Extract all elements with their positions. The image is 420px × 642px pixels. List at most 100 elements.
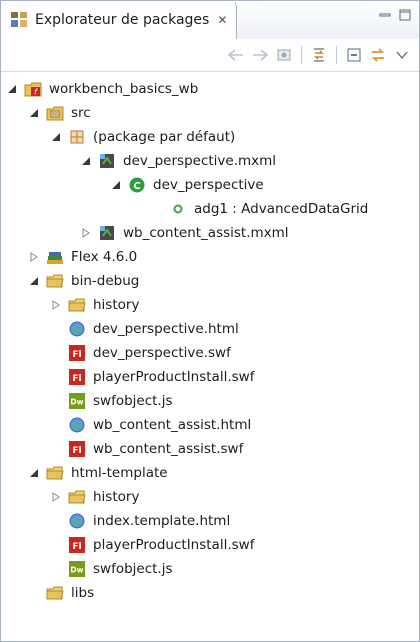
tree-item[interactable]: index.template.html xyxy=(50,509,230,533)
expanded-twisty-icon[interactable] xyxy=(28,107,40,119)
toolbar-separator xyxy=(301,46,302,64)
tree-item-label: wb_content_assist.html xyxy=(93,417,252,433)
tree-item[interactable]: Flex 4.6.0 xyxy=(28,245,137,269)
view-tab-bar: Explorateur de packages ✕ xyxy=(1,1,419,39)
folder-icon xyxy=(46,464,64,482)
js-file-icon: Dw xyxy=(68,392,86,410)
tree-item-label: libs xyxy=(71,585,95,601)
collapsed-twisty-icon[interactable] xyxy=(28,251,40,263)
svg-text:C: C xyxy=(133,181,140,192)
source-folder-icon xyxy=(46,104,64,122)
mxml-file-icon xyxy=(98,224,116,242)
tree-item[interactable]: wb_content_assist.html xyxy=(50,413,251,437)
class-icon: C xyxy=(128,176,146,194)
expanded-twisty-icon[interactable] xyxy=(28,275,40,287)
swf-file-icon: Fl xyxy=(68,344,86,362)
forward-icon[interactable] xyxy=(251,46,269,64)
tree-item-label: playerProductInstall.swf xyxy=(93,369,255,385)
svg-text:Dw: Dw xyxy=(70,398,83,407)
tree-item[interactable]: Fl wb_content_assist.swf xyxy=(50,437,243,461)
tree-item[interactable]: dev_perspective.html xyxy=(50,317,239,341)
tree-item[interactable]: Fl playerProductInstall.swf xyxy=(50,533,254,557)
tree-item-label: Flex 4.6.0 xyxy=(71,249,138,265)
package-explorer-icon xyxy=(11,12,27,27)
svg-text:Fl: Fl xyxy=(72,542,81,552)
tree-item-label: swfobject.js xyxy=(93,561,173,577)
back-icon[interactable] xyxy=(227,46,245,64)
swf-file-icon: Fl xyxy=(68,368,86,386)
maximize-icon[interactable] xyxy=(399,9,411,21)
tree-item[interactable]: wb_content_assist.mxml xyxy=(80,221,289,245)
flex-project-icon: f xyxy=(24,80,42,98)
tree-item-label: swfobject.js xyxy=(93,393,173,409)
tree-item[interactable]: (package par défaut) xyxy=(50,125,235,149)
folder-icon xyxy=(68,296,86,314)
close-icon[interactable]: ✕ xyxy=(217,13,227,27)
expanded-twisty-icon[interactable] xyxy=(6,83,18,95)
swf-file-icon: Fl xyxy=(68,536,86,554)
tree-item[interactable]: dev_perspective.mxml xyxy=(80,149,276,173)
tree-item[interactable]: f workbench_basics_wb xyxy=(6,77,198,101)
collapsed-twisty-icon[interactable] xyxy=(50,299,62,311)
folder-icon xyxy=(46,272,64,290)
view-toolbar xyxy=(1,39,419,72)
expanded-twisty-icon[interactable] xyxy=(80,155,92,167)
js-file-icon: Dw xyxy=(68,560,86,578)
collapse-all-icon[interactable] xyxy=(345,46,363,64)
expanded-twisty-icon[interactable] xyxy=(50,131,62,143)
package-icon xyxy=(68,128,86,146)
tree-item[interactable]: history xyxy=(50,485,139,509)
tree-item-label: dev_perspective.swf xyxy=(93,345,231,361)
field-icon xyxy=(169,200,187,218)
tree-item-label: dev_perspective.mxml xyxy=(123,153,277,169)
window-controls xyxy=(379,9,411,21)
tree-item-label: playerProductInstall.swf xyxy=(93,537,255,553)
tree-item[interactable]: src xyxy=(28,101,91,125)
tab-package-explorer[interactable]: Explorateur de packages ✕ xyxy=(1,1,237,39)
tree-item-label: history xyxy=(93,489,140,505)
tree-item[interactable]: Cdev_perspective xyxy=(110,173,264,197)
tree-item[interactable]: Dw swfobject.js xyxy=(50,557,173,581)
html-file-icon xyxy=(68,512,86,530)
minimize-icon[interactable] xyxy=(379,9,391,21)
tree-item[interactable]: Fl playerProductInstall.swf xyxy=(50,365,254,389)
tree-item-label: workbench_basics_wb xyxy=(49,81,199,97)
svg-text:Fl: Fl xyxy=(72,446,81,456)
tree-item-label: (package par défaut) xyxy=(93,129,236,145)
collapsed-twisty-icon[interactable] xyxy=(80,227,92,239)
expanded-twisty-icon[interactable] xyxy=(110,179,122,191)
svg-text:Fl: Fl xyxy=(72,350,81,360)
tree-item-label: bin-debug xyxy=(71,273,140,289)
collapsed-twisty-icon[interactable] xyxy=(50,491,62,503)
library-icon xyxy=(46,248,64,266)
link-with-editor-icon[interactable] xyxy=(310,46,328,64)
svg-text:Dw: Dw xyxy=(70,566,83,575)
tree-item-label: html-template xyxy=(71,465,168,481)
project-tree: f workbench_basics_wbsrc (package par défa… xyxy=(1,77,419,641)
tree-item[interactable]: Dw swfobject.js xyxy=(50,389,173,413)
tree-item-label: wb_content_assist.mxml xyxy=(123,225,289,241)
tree-item[interactable]: history xyxy=(50,293,139,317)
view-menu-icon[interactable] xyxy=(393,46,411,64)
folder-icon xyxy=(46,584,64,602)
expanded-twisty-icon[interactable] xyxy=(28,467,40,479)
mxml-file-icon xyxy=(98,152,116,170)
link-editor-toggle-icon[interactable] xyxy=(369,46,387,64)
tree-item[interactable]: Fl dev_perspective.swf xyxy=(50,341,231,365)
tree-item[interactable]: adg1 : AdvancedDataGrid xyxy=(151,197,368,221)
toolbar-separator xyxy=(336,46,337,64)
tree-item[interactable]: html-template xyxy=(28,461,168,485)
tree-item[interactable]: libs xyxy=(28,581,94,605)
home-icon[interactable] xyxy=(275,46,293,64)
tab-title: Explorateur de packages xyxy=(35,12,210,28)
tree-item[interactable]: bin-debug xyxy=(28,269,139,293)
